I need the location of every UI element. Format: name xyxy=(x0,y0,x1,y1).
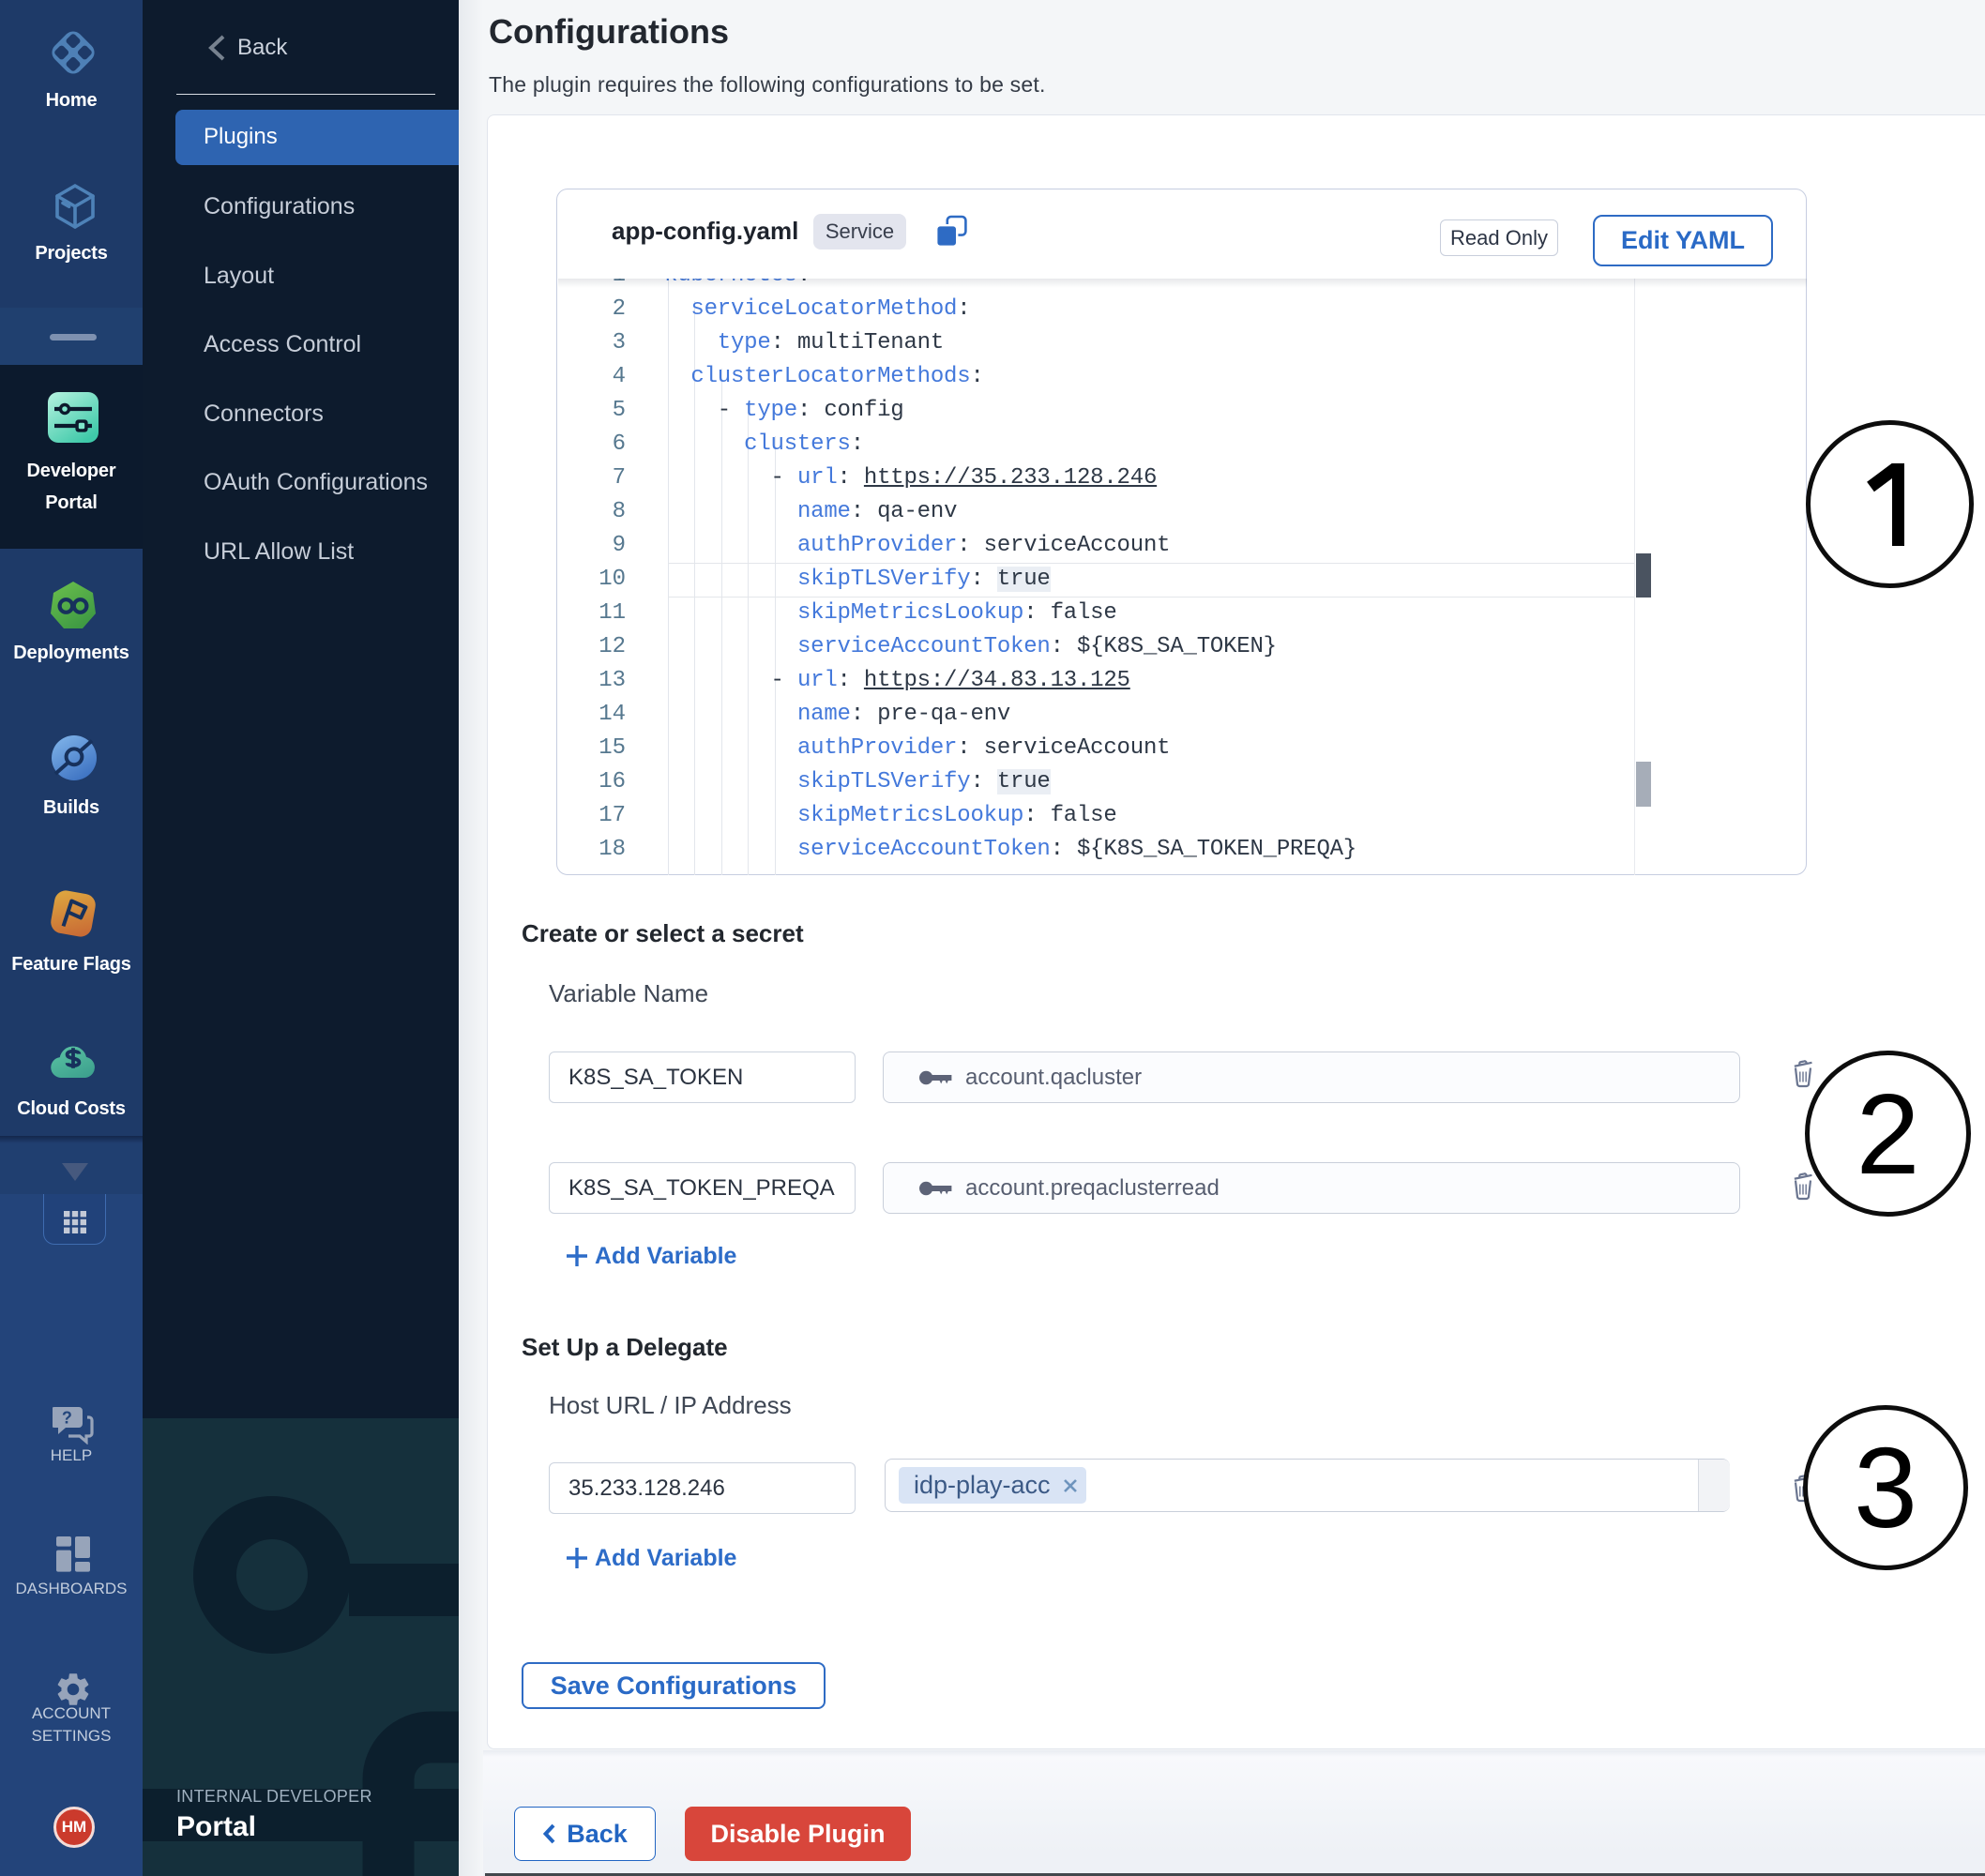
svg-text:?: ? xyxy=(62,1408,72,1427)
